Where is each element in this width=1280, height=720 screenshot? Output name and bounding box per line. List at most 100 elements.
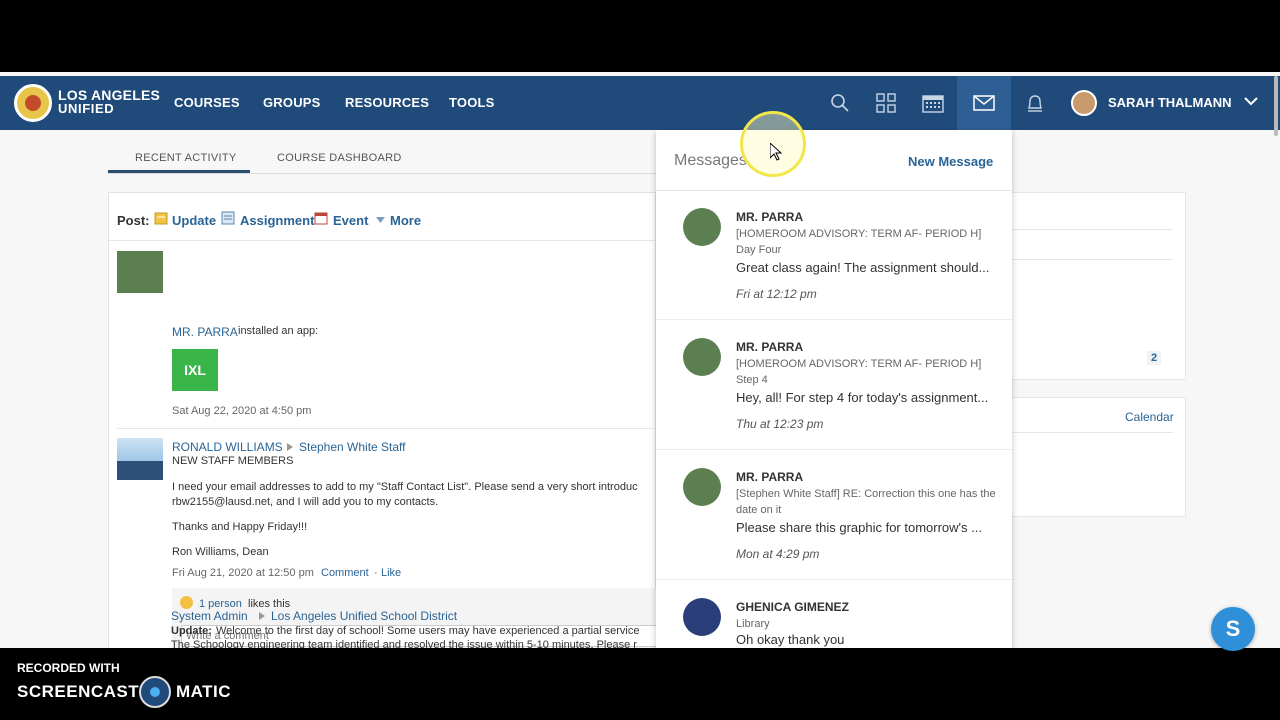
brand-line-1: LOS ANGELES xyxy=(58,87,161,103)
sender-avatar xyxy=(683,208,721,246)
post-title: NEW STAFF MEMBERS xyxy=(172,455,294,467)
mail-icon xyxy=(973,95,995,111)
post-body-line: Thanks and Happy Friday!!! xyxy=(172,521,308,533)
message-sender: GHENICA GIMENEZ xyxy=(736,600,849,614)
post-action-text: installed an app: xyxy=(238,325,319,337)
smile-icon xyxy=(180,596,193,609)
brand-name[interactable]: LOS ANGELES UNIFIED xyxy=(58,88,160,116)
message-preview: Great class again! The assignment should… xyxy=(736,260,990,275)
post-more-button[interactable]: More xyxy=(390,213,421,228)
sender-avatar xyxy=(683,338,721,376)
message-preview: Oh okay thank you xyxy=(736,632,845,647)
nav-resources[interactable]: RESOURCES xyxy=(345,95,429,110)
user-avatar[interactable] xyxy=(1071,90,1097,116)
chat-support-button[interactable]: S xyxy=(1211,607,1255,651)
post-timestamp: Sat Aug 22, 2020 at 4:50 pm xyxy=(172,405,312,417)
message-time: Thu at 12:23 pm xyxy=(736,417,824,431)
nav-groups[interactable]: GROUPS xyxy=(263,95,321,110)
message-time: Fri at 12:12 pm xyxy=(736,287,817,301)
notifications-button[interactable] xyxy=(1012,76,1058,130)
post-body-line: Welcome to the first day of school! Some… xyxy=(216,625,640,637)
browser-viewport: LOS ANGELES UNIFIED COURSES GROUPS RESOU… xyxy=(0,72,1280,648)
search-button[interactable] xyxy=(817,76,863,130)
sender-avatar xyxy=(683,598,721,636)
update-icon xyxy=(154,212,168,225)
post-assignment-button[interactable]: Assignment xyxy=(240,213,314,228)
search-icon xyxy=(831,94,849,112)
caret-down-icon xyxy=(376,217,385,223)
post-update-button[interactable]: Update xyxy=(172,213,216,228)
nav-courses[interactable]: COURSES xyxy=(174,95,240,110)
right-sidebar-card: 2 xyxy=(1000,192,1186,380)
post-body-line: Ron Williams, Dean xyxy=(172,546,269,558)
comment-link[interactable]: Comment xyxy=(321,567,369,579)
message-preview: Hey, all! For step 4 for today's assignm… xyxy=(736,390,989,405)
feed-divider xyxy=(117,428,657,429)
post-group-link[interactable]: Stephen White Staff xyxy=(299,440,406,454)
watermark-line-1: RECORDED WITH xyxy=(17,661,120,675)
mr-parra-avatar[interactable] xyxy=(117,251,163,293)
event-icon xyxy=(314,212,328,225)
active-tab-indicator xyxy=(108,170,250,173)
assignment-icon xyxy=(221,211,235,225)
message-sender: MR. PARRA xyxy=(736,340,804,354)
district-logo[interactable] xyxy=(14,84,52,122)
screencast-logo-icon xyxy=(139,676,171,708)
post-author-name[interactable]: System Admin xyxy=(171,609,248,623)
post-author-name[interactable]: MR. PARRA xyxy=(172,325,238,339)
ixl-app-logo[interactable]: IXL xyxy=(172,349,218,391)
calendar-icon xyxy=(922,95,944,113)
message-item[interactable]: MR. PARRA [HOMEROOM ADVISORY: TERM AF- P… xyxy=(656,190,1012,320)
messages-button[interactable] xyxy=(957,76,1011,130)
tab-course-dashboard[interactable]: COURSE DASHBOARD xyxy=(277,152,402,164)
ronald-williams-avatar[interactable] xyxy=(117,438,163,480)
post-label: Post: xyxy=(117,213,150,228)
sender-avatar xyxy=(683,468,721,506)
like-link[interactable]: Like xyxy=(381,567,401,579)
nav-tools[interactable]: TOOLS xyxy=(449,95,495,110)
page-scrollbar[interactable] xyxy=(1274,76,1278,136)
mouse-cursor-icon xyxy=(770,143,782,161)
calendar-button[interactable] xyxy=(910,76,956,130)
post-timestamp: Fri Aug 21, 2020 at 12:50 pm xyxy=(172,567,314,579)
upcoming-card: Calendar xyxy=(1000,397,1186,517)
apps-button[interactable] xyxy=(863,76,909,130)
activity-feed: Post: Update Assignment Event More MR. P… xyxy=(108,192,657,648)
calendar-link[interactable]: Calendar xyxy=(1125,410,1174,424)
separator-dot: · xyxy=(374,567,378,579)
top-navigation-bar: LOS ANGELES UNIFIED COURSES GROUPS RESOU… xyxy=(0,76,1280,130)
post-body-line: rbw2155@lausd.net, and I will add you to… xyxy=(172,496,439,508)
watermark-screencast: SCREENCAST xyxy=(17,682,140,701)
message-preview: Please share this graphic for tomorrow's… xyxy=(736,520,982,535)
message-item[interactable]: MR. PARRA [HOMEROOM ADVISORY: TERM AF- P… xyxy=(656,320,1012,450)
count-badge: 2 xyxy=(1147,351,1162,365)
post-event-button[interactable]: Event xyxy=(333,213,368,228)
chevron-down-icon[interactable] xyxy=(1244,96,1258,106)
brand-line-2: UNIFIED xyxy=(58,101,115,116)
messages-title: Messages xyxy=(674,152,747,169)
arrow-right-icon xyxy=(287,443,293,451)
post-body-line: The Schoology engineering team identifie… xyxy=(171,639,637,648)
arrow-right-icon xyxy=(259,612,265,620)
post-update-label: Update: xyxy=(171,625,212,637)
message-subject: [Stephen White Staff] RE: Correction thi… xyxy=(736,488,996,516)
post-toolbar: Post: Update Assignment Event More xyxy=(109,193,657,241)
message-item[interactable]: MR. PARRA [Stephen White Staff] RE: Corr… xyxy=(656,450,1012,580)
message-subject: [HOMEROOM ADVISORY: TERM AF- PERIOD H] S… xyxy=(736,358,982,386)
post-author-name[interactable]: RONALD WILLIAMS xyxy=(172,440,283,454)
message-subject: [HOMEROOM ADVISORY: TERM AF- PERIOD H] D… xyxy=(736,228,982,256)
bell-icon xyxy=(1028,95,1042,112)
message-sender: MR. PARRA xyxy=(736,210,804,224)
message-item[interactable]: GHENICA GIMENEZ Library Oh okay thank yo… xyxy=(656,580,1012,648)
tab-recent-activity[interactable]: RECENT ACTIVITY xyxy=(135,152,236,164)
watermark-matic: MATIC xyxy=(176,682,232,701)
new-message-button[interactable]: New Message xyxy=(908,154,993,169)
user-name[interactable]: SARAH THALMANN xyxy=(1108,95,1232,110)
ixl-app-name: IXL xyxy=(184,362,206,378)
post-body-line: I need your email addresses to add to my… xyxy=(172,481,638,493)
post-group-link[interactable]: Los Angeles Unified School District xyxy=(271,609,457,623)
message-time: Mon at 4:29 pm xyxy=(736,547,820,561)
messages-dropdown: Messages New Message MR. PARRA [HOMEROOM… xyxy=(656,130,1012,648)
apps-grid-icon xyxy=(876,93,896,113)
message-sender: MR. PARRA xyxy=(736,470,804,484)
